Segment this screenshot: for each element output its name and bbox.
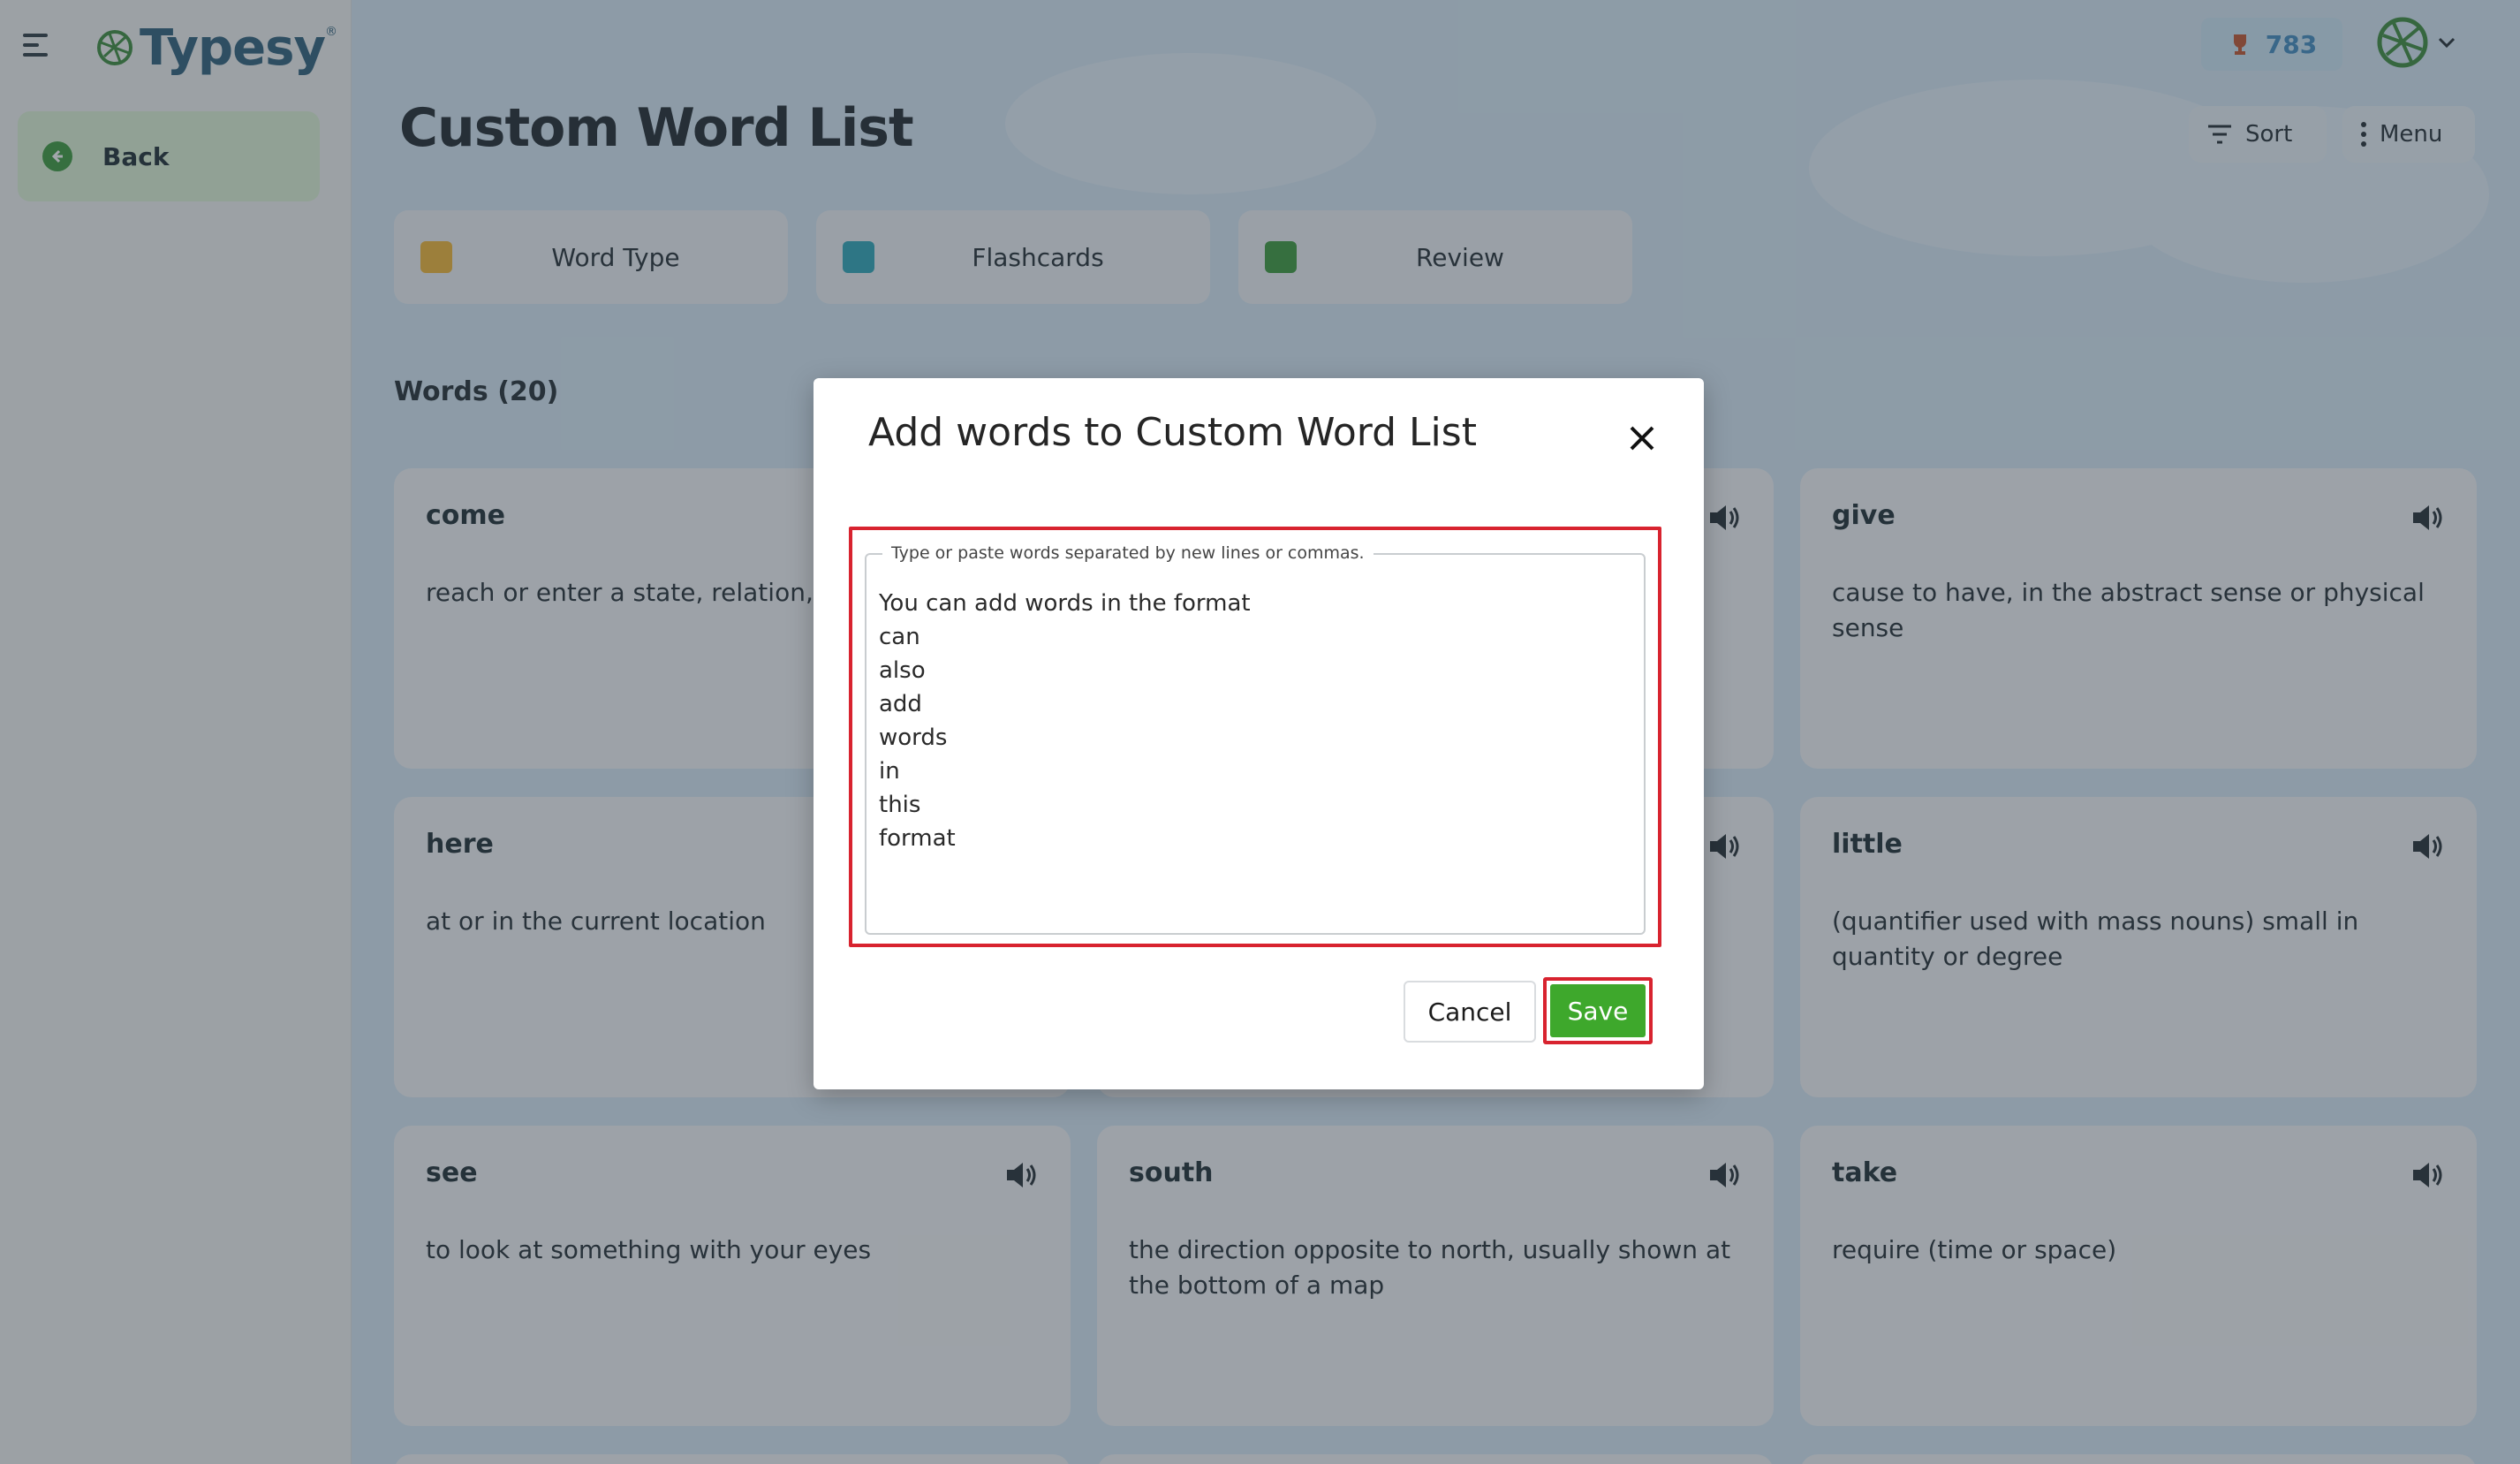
textarea-line: in — [879, 758, 900, 785]
textarea-line: words — [879, 724, 948, 751]
dialog-title: Add words to Custom Word List — [868, 410, 1477, 455]
field-legend: Type or paste words separated by new lin… — [882, 543, 1374, 563]
textarea-highlight: Type or paste words separated by new lin… — [849, 527, 1661, 947]
words-textarea[interactable]: You can add words in the format can also ad… — [879, 587, 1631, 924]
textarea-line: can — [879, 624, 920, 650]
save-highlight: Save — [1543, 977, 1653, 1044]
textarea-line: format — [879, 825, 956, 852]
textarea-line: add — [879, 691, 922, 717]
words-fieldset: Type or paste words separated by new lin… — [865, 543, 1646, 935]
close-icon[interactable] — [1626, 422, 1658, 454]
textarea-line: also — [879, 657, 926, 684]
textarea-line: You can add words in the format — [879, 590, 1251, 617]
cancel-button[interactable]: Cancel — [1404, 981, 1536, 1043]
textarea-line: this — [879, 792, 921, 818]
add-words-dialog: Add words to Custom Word List Type or pa… — [814, 378, 1704, 1089]
save-button[interactable]: Save — [1550, 984, 1646, 1037]
